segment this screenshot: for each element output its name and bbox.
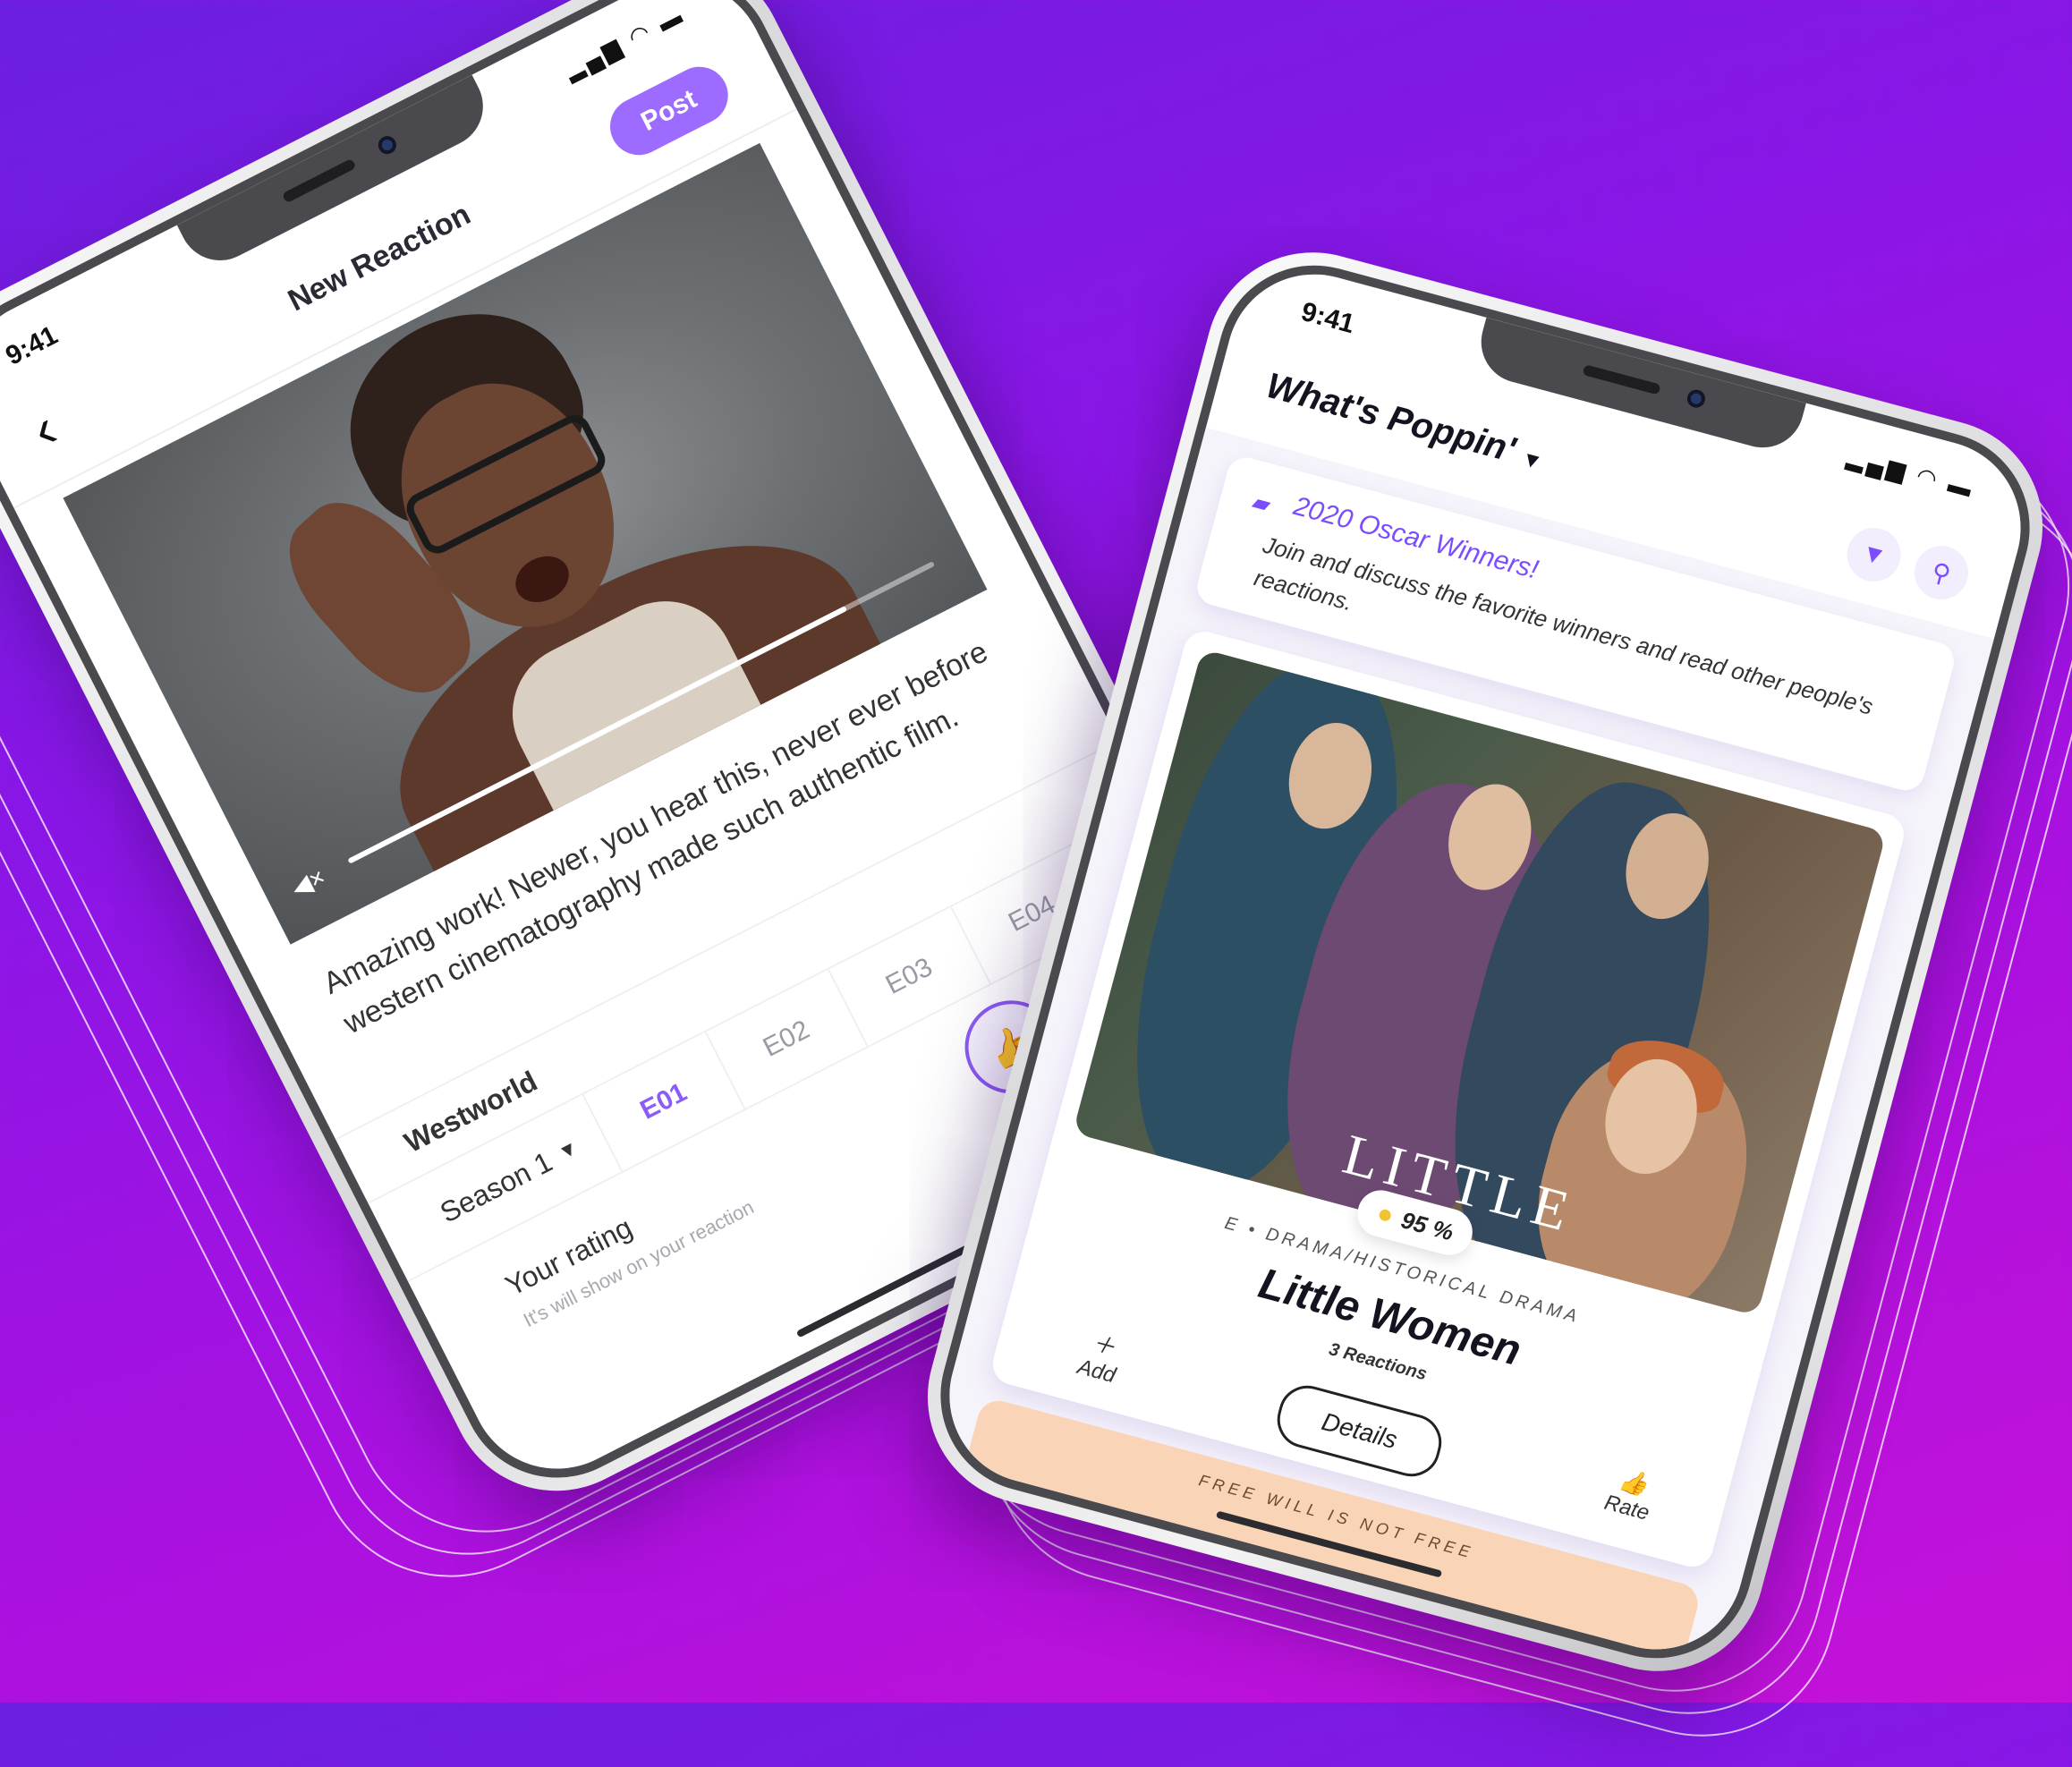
search-icon[interactable]: ⚲ (1908, 539, 1974, 606)
caret-down-icon: ▼ (554, 1135, 582, 1165)
speaker-grille (1582, 364, 1661, 395)
front-camera (1685, 387, 1708, 410)
filter-icon[interactable]: ▼ (1840, 522, 1907, 588)
status-icons: ▂▄▆ ◠ ▬ (1844, 443, 1979, 504)
add-button[interactable]: ＋ Add (1055, 1317, 1148, 1394)
popcorn-icon: ● (1373, 1197, 1397, 1231)
caret-down-icon: ▼ (1518, 446, 1546, 476)
front-camera (375, 132, 400, 157)
details-button[interactable]: Details (1270, 1379, 1448, 1483)
speaker-grille (281, 157, 357, 204)
status-time: 9:41 (1297, 296, 1358, 340)
reaction-video[interactable]: ◀× (63, 142, 988, 945)
rate-button[interactable]: 👍 Rate (1584, 1459, 1676, 1531)
chat-bubble-icon: ▰ (1249, 487, 1274, 518)
movie-card[interactable]: LITTLE ● 95 % E • DRAMA/HISTORICAL DRAMA… (988, 626, 1909, 1572)
score-value: 95 % (1398, 1205, 1457, 1246)
status-time: 9:41 (1, 320, 63, 371)
phone-whats-poppin: 9:41 ▂▄▆ ◠ ▬ What's Poppin'▼ ▼ ⚲ ▰ 2020 … (904, 228, 2067, 1695)
muted-speaker-icon[interactable]: ◀× (286, 862, 330, 904)
